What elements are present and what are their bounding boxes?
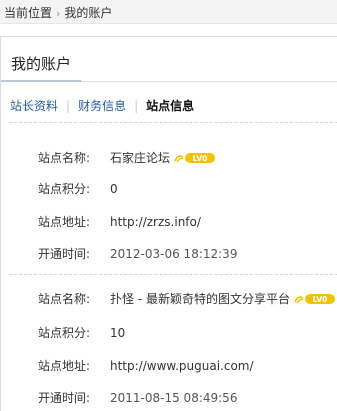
site-name-label: 站点名称: xyxy=(38,292,91,306)
level-badge-icon: LV0 xyxy=(174,153,216,163)
breadcrumb-current-label: 当前位置 xyxy=(4,6,53,20)
site-open-time: 2011-08-15 08:49:56 xyxy=(110,391,238,405)
site-1-open-row: 开通时间: 2012-03-06 18:12:39 xyxy=(38,245,237,263)
site-divider xyxy=(9,274,337,275)
site-points-label: 站点积分: xyxy=(38,182,91,196)
site-2-url-row: 站点地址: http://www.puguai.com/ xyxy=(38,357,254,375)
page-title: 我的账户 xyxy=(11,55,72,73)
site-points-label: 站点积分: xyxy=(38,326,91,340)
site-2-open-row: 开通时间: 2011-08-15 08:49:56 xyxy=(38,389,237,407)
tab-separator: | xyxy=(134,99,139,113)
site-url-label: 站点地址: xyxy=(38,215,91,229)
tab-site-info[interactable]: 站点信息 xyxy=(146,99,194,113)
title-divider-accent xyxy=(1,80,81,82)
site-name-label: 站点名称: xyxy=(38,151,91,165)
site-name-value: 扑怪 - 最新颖奇特的图文分享平台 xyxy=(110,292,290,306)
site-2-name-row: 站点名称: 扑怪 - 最新颖奇特的图文分享平台 LV0 xyxy=(38,290,336,308)
site-points-value: 0 xyxy=(110,182,118,196)
tab-separator: | xyxy=(66,99,71,113)
site-url-value[interactable]: http://zrzs.info/ xyxy=(110,215,201,229)
tab-webmaster-profile[interactable]: 站长资料 xyxy=(10,99,58,113)
site-url-value[interactable]: http://www.puguai.com/ xyxy=(110,359,254,373)
site-1-name-row: 站点名称: 石家庄论坛 LV0 xyxy=(38,149,216,167)
site-url-label: 站点地址: xyxy=(38,359,91,373)
tab-finance-info[interactable]: 财务信息 xyxy=(78,99,126,113)
account-panel: 我的账户 站长资料 | 财务信息 | 站点信息 站点名称: 石家庄论坛 LV0 站点积分:… xyxy=(0,36,337,411)
site-open-label: 开通时间: xyxy=(38,247,91,261)
site-points-value: 10 xyxy=(110,326,126,340)
site-1-url-row: 站点地址: http://zrzs.info/ xyxy=(38,213,201,231)
level-badge-icon: LV0 xyxy=(294,294,335,304)
site-1-points-row: 站点积分: 0 xyxy=(38,180,118,198)
site-open-label: 开通时间: xyxy=(38,391,91,405)
site-2-points-row: 站点积分: 10 xyxy=(38,324,125,342)
site-name-value: 石家庄论坛 xyxy=(110,151,171,165)
site-open-time: 2012-03-06 18:12:39 xyxy=(110,247,238,261)
breadcrumb-separator: › xyxy=(56,7,61,20)
level-badge-text: LV0 xyxy=(193,154,208,163)
account-tabs: 站长资料 | 财务信息 | 站点信息 xyxy=(10,97,194,114)
tabs-divider xyxy=(9,122,337,123)
breadcrumb: 当前位置 › 我的账户 xyxy=(0,0,337,24)
level-badge-text: LV0 xyxy=(313,295,328,304)
breadcrumb-page[interactable]: 我的账户 xyxy=(64,6,112,20)
